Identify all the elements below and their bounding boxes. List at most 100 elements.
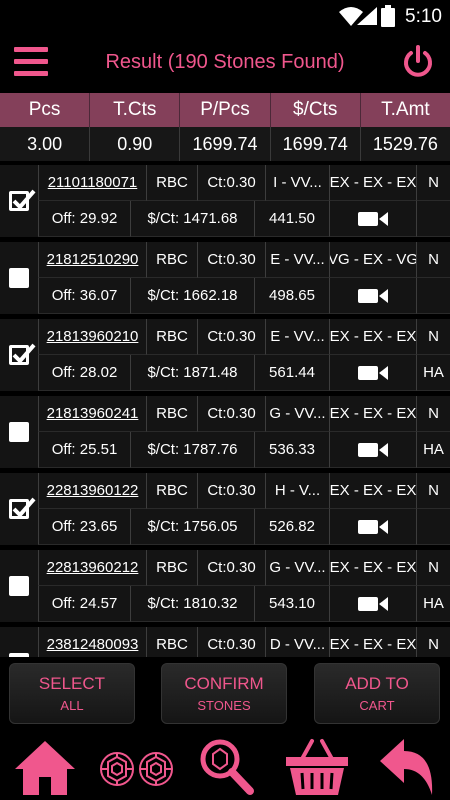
stone-discount: Off: 24.57 [38,586,130,622]
confirm-sublabel: STONES [197,698,251,713]
select-all-button[interactable]: SELECT ALL [9,663,135,724]
stone-carat: Ct:0.30 [197,242,265,278]
status-time: 5:10 [405,6,442,27]
stone-discount: Off: 23.65 [38,509,130,545]
list-item: 23812480093 RBC Ct:0.30 D - VV... EX - EX - … [0,627,450,657]
stone-row: 21101180071 RBC Ct:0.30 I - VV... EX - EX - … [0,165,450,237]
stone-shape: RBC [146,550,197,586]
power-icon[interactable] [402,45,434,79]
stone-row: 21813960241 RBC Ct:0.30 G - VV... EX - EX - … [0,396,450,468]
checkbox-checked-icon [9,497,36,519]
stone-checkbox[interactable] [0,319,38,391]
stone-shape: RBC [146,165,197,201]
video-cell [329,355,416,391]
video-camera-icon[interactable] [358,441,388,459]
summary-header-ppcs: P/Pcs [180,93,271,127]
stone-carat: Ct:0.30 [197,473,265,509]
stone-checkbox[interactable] [0,473,38,545]
video-camera-icon[interactable] [358,364,388,382]
stone-fluorescence: N [416,165,450,201]
stone-carat: Ct:0.30 [197,550,265,586]
stone-checkbox[interactable] [0,627,38,657]
stone-id-link[interactable]: 21812510290 [38,242,146,278]
home-icon[interactable] [13,737,77,797]
video-cell [329,509,416,545]
stone-checkbox[interactable] [0,396,38,468]
summary-value-price-per-ct: 1699.74 [271,127,361,161]
stone-id-link[interactable]: 22813960212 [38,550,146,586]
video-cell [329,432,416,468]
stone-fluorescence: N [416,550,450,586]
stone-fluorescence: N [416,627,450,657]
battery-icon [381,5,395,27]
confirm-stones-button[interactable]: CONFIRM STONES [161,663,287,724]
stone-shape: RBC [146,473,197,509]
stone-shape: RBC [146,627,197,657]
basket-icon[interactable] [284,737,350,797]
list-item: 21812510290 RBC Ct:0.30 E - VV... VG - EX - … [0,242,450,319]
stone-id-link[interactable]: 21813960241 [38,396,146,432]
stone-fluorescence: N [416,242,450,278]
stone-price-per-ct: $/Ct: 1810.32 [130,586,254,622]
select-all-sublabel: ALL [60,698,84,713]
stone-color-clarity: E - VV... [265,319,329,355]
stone-amount: 543.10 [254,586,329,622]
confirm-label: CONFIRM [184,674,264,693]
video-camera-icon[interactable] [358,595,388,613]
checkbox-unchecked-icon [9,576,29,596]
summary-value-tamt: 1529.76 [372,133,438,154]
list-item: 21101180071 RBC Ct:0.30 I - VV... EX - EX - … [0,165,450,242]
stone-lab [416,509,450,545]
stone-cut-polish-symmetry: EX - EX - EX [329,550,416,586]
page-title: Result (190 Stones Found) [105,51,345,73]
stone-cut-polish-symmetry: EX - EX - EX [329,165,416,201]
summary-value-ppcs: 1699.74 [180,127,271,161]
stone-price-per-ct: $/Ct: 1871.48 [130,355,254,391]
add-to-cart-button[interactable]: ADD TO CART [314,663,440,724]
add-to-cart-sublabel: CART [359,698,395,713]
select-all-label: SELECT [38,674,106,693]
stone-discount: Off: 28.02 [38,355,130,391]
stone-fluorescence: N [416,473,450,509]
diamonds-icon[interactable] [98,737,176,797]
summary-header-tcts: T.Cts [90,93,181,127]
search-icon[interactable] [196,737,258,797]
stone-carat: Ct:0.30 [197,627,265,657]
back-icon[interactable] [378,737,436,797]
summary-header-row: Pcs T.Cts P/Pcs $/Cts T.Amt [0,93,450,127]
stone-checkbox[interactable] [0,550,38,622]
stone-discount: Off: 29.92 [38,201,130,237]
stone-shape: RBC [146,319,197,355]
stone-cut-polish-symmetry: VG - EX - VG [329,242,416,278]
checkbox-checked-icon [9,343,36,365]
stone-list[interactable]: 21101180071 RBC Ct:0.30 I - VV... EX - EX - … [0,165,450,657]
video-camera-icon[interactable] [358,287,388,305]
stone-id-link[interactable]: 21813960210 [38,319,146,355]
stone-id-link[interactable]: 22813960122 [38,473,146,509]
stone-shape: RBC [146,242,197,278]
summary-value-pcs: 3.00 [0,127,91,161]
stone-checkbox[interactable] [0,242,38,314]
summary-value-tcts: 0.90 [90,127,181,161]
stone-fluorescence: N [416,396,450,432]
stone-cut-polish-symmetry: EX - EX - EX [329,319,416,355]
video-cell [329,586,416,622]
stone-checkbox[interactable] [0,165,38,237]
video-camera-icon[interactable] [358,210,388,228]
stone-price-per-ct: $/Ct: 1756.05 [130,509,254,545]
stone-id-link[interactable]: 23812480093 [38,627,146,657]
stone-amount: 561.44 [254,355,329,391]
stone-color-clarity: D - VV... [265,627,329,657]
stone-discount: Off: 25.51 [38,432,130,468]
stone-cut-polish-symmetry: EX - EX - EX [329,473,416,509]
stone-color-clarity: I - VV... [265,165,329,201]
stone-row: 23812480093 RBC Ct:0.30 D - VV... EX - EX - … [0,627,450,657]
checkbox-unchecked-icon [9,422,29,442]
video-camera-icon[interactable] [358,518,388,536]
stone-price-per-ct: $/Ct: 1471.68 [130,201,254,237]
stone-id-link[interactable]: 21101180071 [38,165,146,201]
status-bar: 5:10 [0,0,450,33]
checkbox-unchecked-icon [9,268,29,288]
stone-color-clarity: G - VV... [265,550,329,586]
stone-carat: Ct:0.30 [197,165,265,201]
